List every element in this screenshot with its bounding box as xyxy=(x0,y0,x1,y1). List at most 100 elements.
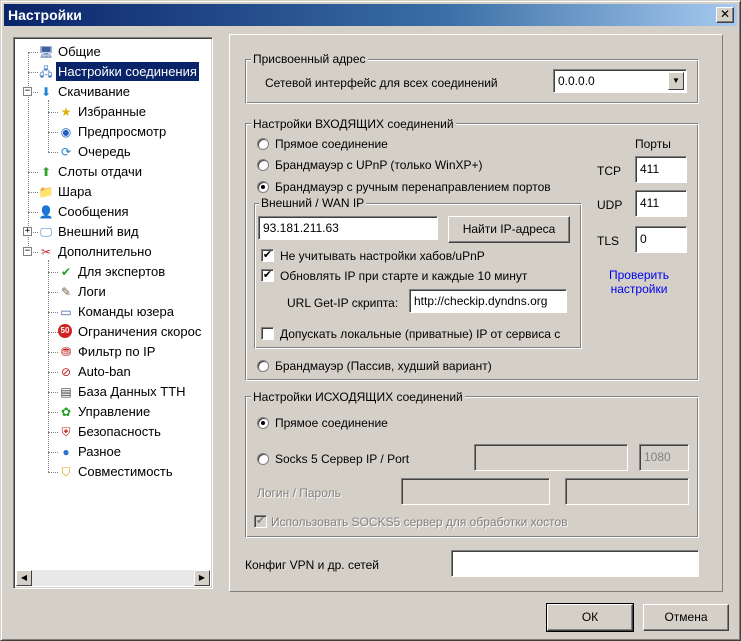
advanced-icon: ✂ xyxy=(40,245,52,259)
tree-item-label: Предпросмотр xyxy=(78,124,167,139)
tree-horizontal-scrollbar[interactable]: ◀ ▶ xyxy=(16,570,210,586)
wan-ip-field[interactable]: 93.181.211.63 xyxy=(258,216,438,240)
check-settings-link[interactable]: Проверить настройки xyxy=(597,268,681,296)
tree-item[interactable]: − ✂ Дополнительно xyxy=(16,242,210,261)
radio-incoming-passive-label: Брандмауэр (Пассив, худший вариант) xyxy=(275,359,492,373)
share-icon: 📁 xyxy=(38,185,54,199)
tree-item-label: База Данных TTH xyxy=(78,384,186,399)
favorites-star-icon: ★ xyxy=(60,105,72,119)
radio-outgoing-socks[interactable] xyxy=(257,453,269,465)
tree-item[interactable]: ⛉ Совместимость xyxy=(16,462,210,481)
radio-outgoing-socks-label: Socks 5 Сервер IP / Port xyxy=(275,452,410,466)
tls-port-field[interactable]: 0 xyxy=(635,226,687,253)
check-ignore-hubs-label: Не учитывать настройки хабов/uPnP xyxy=(280,249,485,263)
radio-incoming-direct-label: Прямое соединение xyxy=(275,137,388,151)
tree-item[interactable]: 👤 Сообщения xyxy=(16,202,210,221)
tree-item[interactable]: 50 Ограничения скорос xyxy=(16,322,210,341)
preview-icon: ◉ xyxy=(60,125,72,139)
incoming-title: Настройки ВХОДЯЩИХ соединений xyxy=(251,117,456,131)
outgoing-title: Настройки ИСХОДЯЩИХ соединений xyxy=(251,390,465,404)
tree-item[interactable]: 📁 Шара xyxy=(16,182,210,201)
check-settings-link-line-1[interactable]: Проверить xyxy=(597,268,681,282)
window-title: Настройки xyxy=(8,7,82,23)
tree-item-label: Для экспертов xyxy=(78,264,166,279)
download-icon: ⬇ xyxy=(40,85,52,99)
tree-item[interactable]: ✿ Управление xyxy=(16,402,210,421)
title-bar[interactable]: Настройки ✕ xyxy=(4,4,737,26)
tree-item[interactable]: ✔ Для экспертов xyxy=(16,262,210,281)
check-socks-hosts: ✔ xyxy=(254,515,267,528)
tcp-label: TCP xyxy=(597,164,621,178)
tree-item[interactable]: ● Разное xyxy=(16,442,210,461)
close-button[interactable]: ✕ xyxy=(716,7,734,23)
tree-items-container: 🖥 Общие 🖧 Настройки соединения − ⬇ Скачивание ★… xyxy=(16,40,210,570)
tree-item-label: Безопасность xyxy=(78,424,161,439)
radio-incoming-manual-label: Брандмауэр с ручным перенаправлением пор… xyxy=(275,180,551,194)
tree-item[interactable]: − ⬇ Скачивание xyxy=(16,82,210,101)
chevron-down-icon[interactable]: ▼ xyxy=(668,72,684,90)
tree-item-label: Разное xyxy=(78,444,121,459)
radio-incoming-manual[interactable] xyxy=(257,181,269,193)
tree-item[interactable]: 🖧 Настройки соединения xyxy=(16,61,210,82)
radio-incoming-direct[interactable] xyxy=(257,138,269,150)
tree-item-label: Сообщения xyxy=(58,204,129,219)
scroll-right-button[interactable]: ▶ xyxy=(194,570,210,586)
find-ip-button[interactable]: Найти IP-адреса xyxy=(448,216,570,243)
expand-icon[interactable]: + xyxy=(23,227,32,236)
check-ignore-hubs[interactable]: ✔ xyxy=(261,249,274,262)
tree-item[interactable]: ✎ Логи xyxy=(16,282,210,301)
socks-password-field xyxy=(565,478,689,505)
tree-item[interactable]: ▭ Команды юзера xyxy=(16,302,210,321)
tree-item[interactable]: + 🖵 Внешний вид xyxy=(16,222,210,241)
tree-item-label: Внешний вид xyxy=(58,224,139,239)
security-icon: ⛨ xyxy=(61,425,71,439)
radio-outgoing-direct-label: Прямое соединение xyxy=(275,416,388,430)
ports-title: Порты xyxy=(635,137,671,151)
url-script-label: URL Get-IP скрипта: xyxy=(287,296,399,310)
queue-icon: ⟳ xyxy=(60,145,72,159)
url-script-field[interactable]: http://checkip.dyndns.org xyxy=(409,289,567,313)
experts-icon: ✔ xyxy=(60,265,72,279)
tree-item[interactable]: ⊘ Auto-ban xyxy=(16,362,210,381)
udp-port-field[interactable]: 411 xyxy=(635,190,687,217)
scroll-left-button[interactable]: ◀ xyxy=(16,570,32,586)
check-allow-local-label: Допускать локальные (приватные) IP от се… xyxy=(280,327,561,341)
assigned-address-title: Присвоенный адрес xyxy=(251,52,368,66)
tree-item[interactable]: ⛨ Безопасность xyxy=(16,422,210,441)
check-update-ip[interactable]: ✔ xyxy=(261,269,274,282)
ok-button[interactable]: ОК xyxy=(546,603,634,632)
socks-port-field: 1080 xyxy=(639,444,689,471)
check-settings-link-line-2[interactable]: настройки xyxy=(597,282,681,296)
tree-item[interactable]: ⛃ Фильтр по IP xyxy=(16,342,210,361)
tls-label: TLS xyxy=(597,234,620,248)
radio-incoming-passive[interactable] xyxy=(257,360,269,372)
tree-item[interactable]: ★ Избранные xyxy=(16,102,210,121)
cancel-button[interactable]: Отмена xyxy=(643,604,729,631)
tree-item-label: Очередь xyxy=(78,144,131,159)
tree-item[interactable]: ⟳ Очередь xyxy=(16,142,210,161)
tth-database-icon: ▤ xyxy=(60,385,72,399)
collapse-icon[interactable]: − xyxy=(23,87,32,96)
tree-item[interactable]: ◉ Предпросмотр xyxy=(16,122,210,141)
check-allow-local[interactable] xyxy=(261,327,274,340)
interface-select-value: 0.0.0.0 xyxy=(558,74,595,88)
upload-slots-icon: ⬆ xyxy=(40,165,52,179)
messages-icon: 👤 xyxy=(38,205,54,219)
tree-item[interactable]: ⬆ Слоты отдачи xyxy=(16,162,210,181)
tree-item-label: Дополнительно xyxy=(58,244,152,259)
socks-login-field xyxy=(401,478,550,505)
radio-outgoing-direct[interactable] xyxy=(257,417,269,429)
logs-icon: ✎ xyxy=(60,285,72,299)
tree-item[interactable]: 🖥 Общие xyxy=(16,42,210,61)
tree-item[interactable]: ▤ База Данных TTH xyxy=(16,382,210,401)
collapse-icon[interactable]: − xyxy=(23,247,32,256)
vpn-config-field[interactable] xyxy=(451,550,699,577)
tree-item-label: Скачивание xyxy=(58,84,131,99)
vpn-label: Конфиг VPN и др. сетей xyxy=(245,558,379,572)
interface-select[interactable]: 0.0.0.0 ▼ xyxy=(553,69,687,93)
socks-server-field xyxy=(474,444,628,471)
settings-tree[interactable]: 🖥 Общие 🖧 Настройки соединения − ⬇ Скачивание ★… xyxy=(13,37,213,589)
tree-item-label: Слоты отдачи xyxy=(58,164,143,179)
tcp-port-field[interactable]: 411 xyxy=(635,156,687,183)
radio-incoming-upnp[interactable] xyxy=(257,159,269,171)
